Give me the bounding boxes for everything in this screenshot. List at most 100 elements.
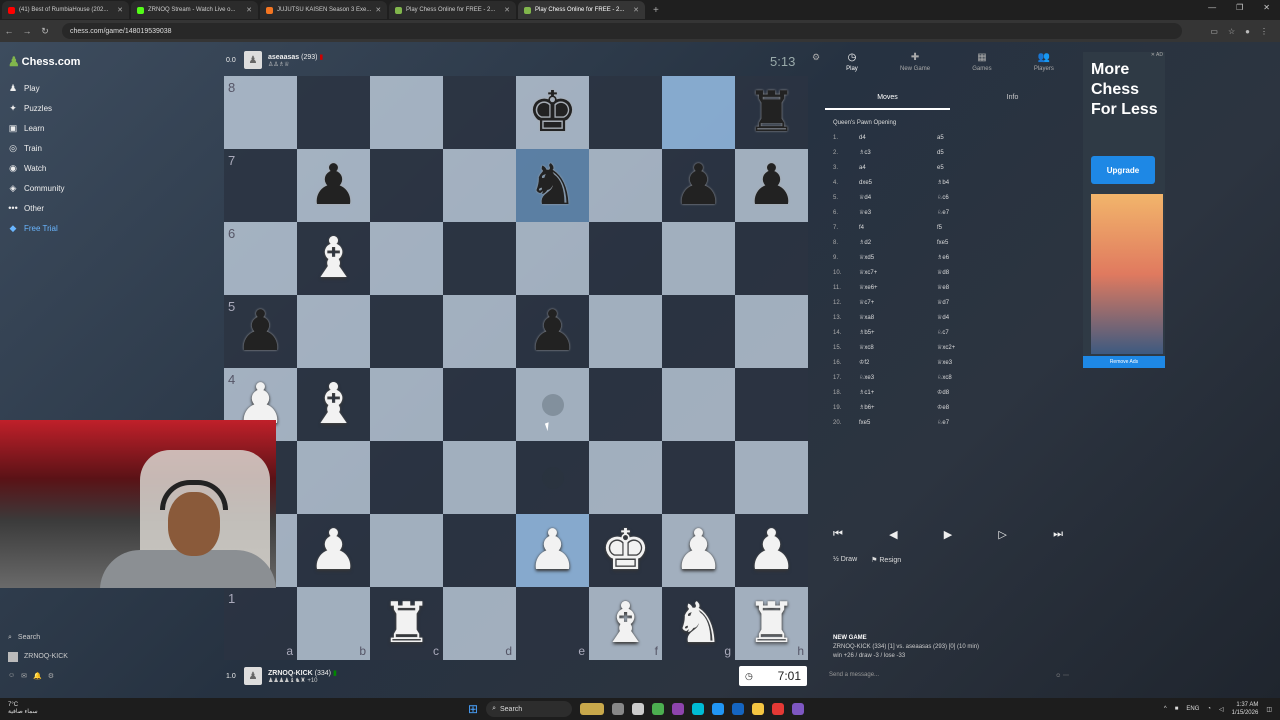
square-h5[interactable] <box>735 295 808 368</box>
upgrade-button[interactable]: Upgrade <box>1091 156 1155 184</box>
square-c4[interactable] <box>370 368 443 441</box>
square-g5[interactable] <box>662 295 735 368</box>
square-f7[interactable] <box>589 149 662 222</box>
white-move[interactable]: ♕xc7+ <box>859 269 937 276</box>
black-move[interactable]: ♕xc2+ <box>937 344 1027 351</box>
black-move[interactable]: ♗b4 <box>937 179 1027 186</box>
notifications-icon[interactable]: 🔔 <box>33 672 42 680</box>
ad-banner[interactable]: ✕ AD More Chess For Less Upgrade Remove … <box>1083 52 1165 368</box>
square-c5[interactable] <box>370 295 443 368</box>
file-explorer-icon[interactable] <box>752 703 765 715</box>
sidebar-item-other[interactable]: ••• Other <box>8 198 64 218</box>
square-b5[interactable] <box>297 295 370 368</box>
white-move[interactable]: ♕e3 <box>859 209 937 216</box>
sidebar-item-train[interactable]: ◎ Train <box>8 138 64 158</box>
chess-logo[interactable]: ♟ Chess.com <box>8 54 80 70</box>
tab-players[interactable]: 👥 Players <box>1034 52 1054 88</box>
close-tab-icon[interactable]: ✕ <box>375 6 381 14</box>
messages-icon[interactable]: ✉ <box>21 672 27 680</box>
white-rook-piece[interactable]: ♜ <box>381 595 431 652</box>
black-move[interactable]: ♘c7 <box>937 329 1027 336</box>
white-move[interactable]: f4 <box>859 225 937 231</box>
square-h7[interactable]: ♟ <box>735 149 808 222</box>
new-tab-button[interactable]: + <box>653 5 659 16</box>
square-a7[interactable]: 7 <box>224 149 297 222</box>
square-b4[interactable]: ♝ <box>297 368 370 441</box>
chevron-up-icon[interactable]: ^ <box>1164 706 1167 712</box>
white-move[interactable]: ♗b5+ <box>859 329 937 336</box>
square-c6[interactable] <box>370 222 443 295</box>
square-b7[interactable]: ♟ <box>297 149 370 222</box>
square-c1[interactable]: c ♜ <box>370 587 443 660</box>
white-move[interactable]: ♕c7+ <box>859 299 937 306</box>
emoji-icon[interactable]: ☺ ⋯ <box>1055 672 1069 679</box>
legal-move-dot[interactable] <box>541 393 564 416</box>
square-f6[interactable] <box>589 222 662 295</box>
close-tab-icon[interactable]: ✕ <box>246 6 252 14</box>
app-icon[interactable] <box>792 703 805 715</box>
url-input[interactable]: chess.com/game/148019539038 <box>62 23 1182 39</box>
taskbar-search[interactable]: ⌕ Search <box>486 701 573 717</box>
square-g4[interactable] <box>662 368 735 441</box>
tab-moves[interactable]: Moves <box>825 94 950 110</box>
square-e2[interactable]: ♟ <box>516 514 589 587</box>
browser-tab[interactable]: Play Chess Online for FREE - 2... ✕ <box>518 1 645 19</box>
square-b1[interactable]: b <box>297 587 370 660</box>
app-icon[interactable] <box>672 703 685 715</box>
app-icon[interactable] <box>692 703 705 715</box>
chrome-icon[interactable] <box>652 703 665 715</box>
square-c2[interactable] <box>370 514 443 587</box>
close-icon[interactable]: ✕ <box>1263 3 1270 12</box>
ad-close-icon[interactable]: ✕ AD <box>1151 52 1163 58</box>
black-move[interactable]: fxe5 <box>937 240 1027 246</box>
square-a8[interactable]: 8 <box>224 76 297 149</box>
white-move[interactable]: dxe5 <box>859 180 937 186</box>
square-e1[interactable]: e <box>516 587 589 660</box>
white-move[interactable]: ♘xe3 <box>859 374 937 381</box>
white-move[interactable]: ♗c1+ <box>859 389 937 396</box>
app-icon[interactable] <box>712 703 725 715</box>
white-pawn-piece[interactable]: ♟ <box>308 522 358 579</box>
forward-icon[interactable]: → <box>18 26 36 36</box>
square-f5[interactable] <box>589 295 662 368</box>
square-h4[interactable] <box>735 368 808 441</box>
black-move[interactable]: e5 <box>937 165 1027 171</box>
last-move-button[interactable]: ⏭ <box>1053 528 1063 541</box>
remove-ads-link[interactable]: Remove Ads <box>1083 356 1165 368</box>
white-king-piece[interactable]: ♚ <box>600 522 650 579</box>
white-move[interactable]: d4 <box>859 135 937 141</box>
white-bishop-piece[interactable]: ♝ <box>308 230 358 287</box>
lang-indicator[interactable]: ENG <box>1186 706 1199 712</box>
board-settings-gear-icon[interactable]: ⚙ <box>812 52 820 63</box>
square-g8[interactable] <box>662 76 735 149</box>
white-bishop-piece[interactable]: ♝ <box>308 376 358 433</box>
menu-icon[interactable]: ⋮ <box>1260 27 1268 36</box>
square-a5[interactable]: 5 ♟ <box>224 295 297 368</box>
profile-icon[interactable]: ● <box>1245 27 1250 36</box>
sidebar-item-play[interactable]: ♟ Play <box>8 78 64 98</box>
white-move[interactable]: ♗c3 <box>859 149 937 156</box>
sidebar-item-puzzles[interactable]: ✦ Puzzles <box>8 98 64 118</box>
tab-play[interactable]: ◷ Play <box>846 52 858 88</box>
square-g2[interactable]: ♟ <box>662 514 735 587</box>
white-rook-piece[interactable]: ♜ <box>746 595 796 652</box>
black-move[interactable]: ♘c6 <box>937 194 1027 201</box>
sidebar-search[interactable]: ⌕ Search <box>8 628 68 647</box>
black-move[interactable]: ♕d7 <box>937 299 1027 306</box>
windows-start-icon[interactable]: ⊞ <box>468 702 478 716</box>
square-d7[interactable] <box>443 149 516 222</box>
black-pawn-piece[interactable]: ♟ <box>527 303 577 360</box>
square-h3[interactable] <box>735 441 808 514</box>
back-icon[interactable]: ← <box>0 26 18 36</box>
resign-button[interactable]: ⚑ Resign <box>871 556 901 564</box>
square-d8[interactable] <box>443 76 516 149</box>
white-move[interactable]: ♗b6+ <box>859 404 937 411</box>
close-tab-icon[interactable]: ✕ <box>633 6 639 14</box>
widget-icon[interactable] <box>580 703 605 715</box>
square-e6[interactable] <box>516 222 589 295</box>
square-d3[interactable] <box>443 441 516 514</box>
bottom-player-avatar[interactable]: ♟ <box>244 667 262 685</box>
sidebar-item-community[interactable]: ◈ Community <box>8 178 65 198</box>
white-pawn-piece[interactable]: ♟ <box>673 522 723 579</box>
square-c7[interactable] <box>370 149 443 222</box>
